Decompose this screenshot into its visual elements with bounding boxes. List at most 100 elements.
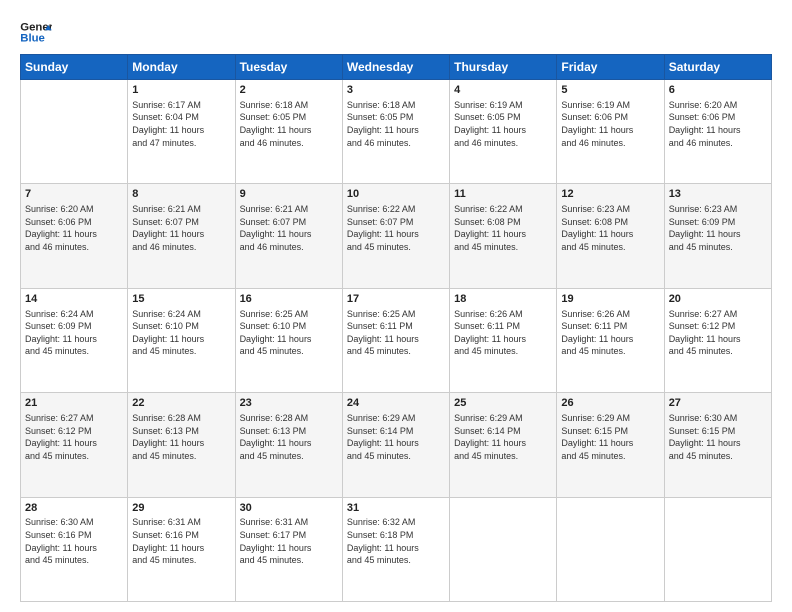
calendar-cell: 9Sunrise: 6:21 AM Sunset: 6:07 PM Daylig… [235, 184, 342, 288]
day-number: 20 [669, 292, 767, 307]
cell-info: Sunrise: 6:25 AM Sunset: 6:11 PM Dayligh… [347, 308, 445, 358]
calendar-cell: 18Sunrise: 6:26 AM Sunset: 6:11 PM Dayli… [450, 288, 557, 392]
day-number: 15 [132, 292, 230, 307]
calendar-table: SundayMondayTuesdayWednesdayThursdayFrid… [20, 54, 772, 602]
cell-info: Sunrise: 6:27 AM Sunset: 6:12 PM Dayligh… [25, 412, 123, 462]
calendar-cell: 5Sunrise: 6:19 AM Sunset: 6:06 PM Daylig… [557, 80, 664, 184]
header-cell-thursday: Thursday [450, 55, 557, 80]
calendar-cell: 23Sunrise: 6:28 AM Sunset: 6:13 PM Dayli… [235, 393, 342, 497]
cell-info: Sunrise: 6:22 AM Sunset: 6:08 PM Dayligh… [454, 203, 552, 253]
cell-info: Sunrise: 6:26 AM Sunset: 6:11 PM Dayligh… [561, 308, 659, 358]
calendar-cell: 11Sunrise: 6:22 AM Sunset: 6:08 PM Dayli… [450, 184, 557, 288]
cell-info: Sunrise: 6:28 AM Sunset: 6:13 PM Dayligh… [132, 412, 230, 462]
cell-info: Sunrise: 6:18 AM Sunset: 6:05 PM Dayligh… [240, 99, 338, 149]
cell-info: Sunrise: 6:23 AM Sunset: 6:08 PM Dayligh… [561, 203, 659, 253]
cell-info: Sunrise: 6:23 AM Sunset: 6:09 PM Dayligh… [669, 203, 767, 253]
cell-info: Sunrise: 6:29 AM Sunset: 6:15 PM Dayligh… [561, 412, 659, 462]
header-cell-sunday: Sunday [21, 55, 128, 80]
day-number: 4 [454, 83, 552, 98]
calendar-week-2: 7Sunrise: 6:20 AM Sunset: 6:06 PM Daylig… [21, 184, 772, 288]
cell-info: Sunrise: 6:27 AM Sunset: 6:12 PM Dayligh… [669, 308, 767, 358]
calendar-cell: 8Sunrise: 6:21 AM Sunset: 6:07 PM Daylig… [128, 184, 235, 288]
day-number: 12 [561, 187, 659, 202]
day-number: 1 [132, 83, 230, 98]
cell-info: Sunrise: 6:21 AM Sunset: 6:07 PM Dayligh… [240, 203, 338, 253]
day-number: 24 [347, 396, 445, 411]
calendar-cell: 20Sunrise: 6:27 AM Sunset: 6:12 PM Dayli… [664, 288, 771, 392]
cell-info: Sunrise: 6:17 AM Sunset: 6:04 PM Dayligh… [132, 99, 230, 149]
calendar-cell: 4Sunrise: 6:19 AM Sunset: 6:05 PM Daylig… [450, 80, 557, 184]
calendar-cell [557, 497, 664, 601]
header-cell-friday: Friday [557, 55, 664, 80]
cell-info: Sunrise: 6:31 AM Sunset: 6:17 PM Dayligh… [240, 516, 338, 566]
cell-info: Sunrise: 6:30 AM Sunset: 6:16 PM Dayligh… [25, 516, 123, 566]
day-number: 5 [561, 83, 659, 98]
cell-info: Sunrise: 6:24 AM Sunset: 6:09 PM Dayligh… [25, 308, 123, 358]
day-number: 2 [240, 83, 338, 98]
calendar-cell: 26Sunrise: 6:29 AM Sunset: 6:15 PM Dayli… [557, 393, 664, 497]
cell-info: Sunrise: 6:31 AM Sunset: 6:16 PM Dayligh… [132, 516, 230, 566]
calendar-week-5: 28Sunrise: 6:30 AM Sunset: 6:16 PM Dayli… [21, 497, 772, 601]
day-number: 22 [132, 396, 230, 411]
day-number: 7 [25, 187, 123, 202]
day-number: 11 [454, 187, 552, 202]
day-number: 8 [132, 187, 230, 202]
day-number: 3 [347, 83, 445, 98]
cell-info: Sunrise: 6:29 AM Sunset: 6:14 PM Dayligh… [454, 412, 552, 462]
cell-info: Sunrise: 6:20 AM Sunset: 6:06 PM Dayligh… [25, 203, 123, 253]
calendar-cell: 2Sunrise: 6:18 AM Sunset: 6:05 PM Daylig… [235, 80, 342, 184]
day-number: 13 [669, 187, 767, 202]
calendar-week-4: 21Sunrise: 6:27 AM Sunset: 6:12 PM Dayli… [21, 393, 772, 497]
calendar-cell: 29Sunrise: 6:31 AM Sunset: 6:16 PM Dayli… [128, 497, 235, 601]
cell-info: Sunrise: 6:18 AM Sunset: 6:05 PM Dayligh… [347, 99, 445, 149]
day-number: 21 [25, 396, 123, 411]
day-number: 16 [240, 292, 338, 307]
cell-info: Sunrise: 6:26 AM Sunset: 6:11 PM Dayligh… [454, 308, 552, 358]
day-number: 27 [669, 396, 767, 411]
day-number: 19 [561, 292, 659, 307]
cell-info: Sunrise: 6:32 AM Sunset: 6:18 PM Dayligh… [347, 516, 445, 566]
calendar-week-3: 14Sunrise: 6:24 AM Sunset: 6:09 PM Dayli… [21, 288, 772, 392]
cell-info: Sunrise: 6:22 AM Sunset: 6:07 PM Dayligh… [347, 203, 445, 253]
calendar-cell: 1Sunrise: 6:17 AM Sunset: 6:04 PM Daylig… [128, 80, 235, 184]
calendar-cell: 31Sunrise: 6:32 AM Sunset: 6:18 PM Dayli… [342, 497, 449, 601]
day-number: 14 [25, 292, 123, 307]
header-cell-saturday: Saturday [664, 55, 771, 80]
day-number: 29 [132, 501, 230, 516]
calendar-cell: 28Sunrise: 6:30 AM Sunset: 6:16 PM Dayli… [21, 497, 128, 601]
calendar-cell: 24Sunrise: 6:29 AM Sunset: 6:14 PM Dayli… [342, 393, 449, 497]
header-cell-wednesday: Wednesday [342, 55, 449, 80]
cell-info: Sunrise: 6:30 AM Sunset: 6:15 PM Dayligh… [669, 412, 767, 462]
calendar-header-row: SundayMondayTuesdayWednesdayThursdayFrid… [21, 55, 772, 80]
calendar-cell: 16Sunrise: 6:25 AM Sunset: 6:10 PM Dayli… [235, 288, 342, 392]
calendar-cell [664, 497, 771, 601]
header-cell-monday: Monday [128, 55, 235, 80]
calendar-cell: 14Sunrise: 6:24 AM Sunset: 6:09 PM Dayli… [21, 288, 128, 392]
calendar-cell: 3Sunrise: 6:18 AM Sunset: 6:05 PM Daylig… [342, 80, 449, 184]
cell-info: Sunrise: 6:25 AM Sunset: 6:10 PM Dayligh… [240, 308, 338, 358]
day-number: 30 [240, 501, 338, 516]
cell-info: Sunrise: 6:28 AM Sunset: 6:13 PM Dayligh… [240, 412, 338, 462]
cell-info: Sunrise: 6:20 AM Sunset: 6:06 PM Dayligh… [669, 99, 767, 149]
header: General Blue [20, 18, 772, 46]
calendar-cell: 30Sunrise: 6:31 AM Sunset: 6:17 PM Dayli… [235, 497, 342, 601]
header-cell-tuesday: Tuesday [235, 55, 342, 80]
logo: General Blue [20, 18, 52, 46]
calendar-week-1: 1Sunrise: 6:17 AM Sunset: 6:04 PM Daylig… [21, 80, 772, 184]
cell-info: Sunrise: 6:19 AM Sunset: 6:06 PM Dayligh… [561, 99, 659, 149]
day-number: 23 [240, 396, 338, 411]
day-number: 10 [347, 187, 445, 202]
calendar-cell: 27Sunrise: 6:30 AM Sunset: 6:15 PM Dayli… [664, 393, 771, 497]
calendar-cell: 15Sunrise: 6:24 AM Sunset: 6:10 PM Dayli… [128, 288, 235, 392]
calendar-cell: 10Sunrise: 6:22 AM Sunset: 6:07 PM Dayli… [342, 184, 449, 288]
calendar-cell: 7Sunrise: 6:20 AM Sunset: 6:06 PM Daylig… [21, 184, 128, 288]
cell-info: Sunrise: 6:19 AM Sunset: 6:05 PM Dayligh… [454, 99, 552, 149]
calendar-cell: 21Sunrise: 6:27 AM Sunset: 6:12 PM Dayli… [21, 393, 128, 497]
cell-info: Sunrise: 6:24 AM Sunset: 6:10 PM Dayligh… [132, 308, 230, 358]
day-number: 26 [561, 396, 659, 411]
calendar-cell [450, 497, 557, 601]
calendar-cell: 13Sunrise: 6:23 AM Sunset: 6:09 PM Dayli… [664, 184, 771, 288]
calendar-cell [21, 80, 128, 184]
day-number: 25 [454, 396, 552, 411]
cell-info: Sunrise: 6:21 AM Sunset: 6:07 PM Dayligh… [132, 203, 230, 253]
